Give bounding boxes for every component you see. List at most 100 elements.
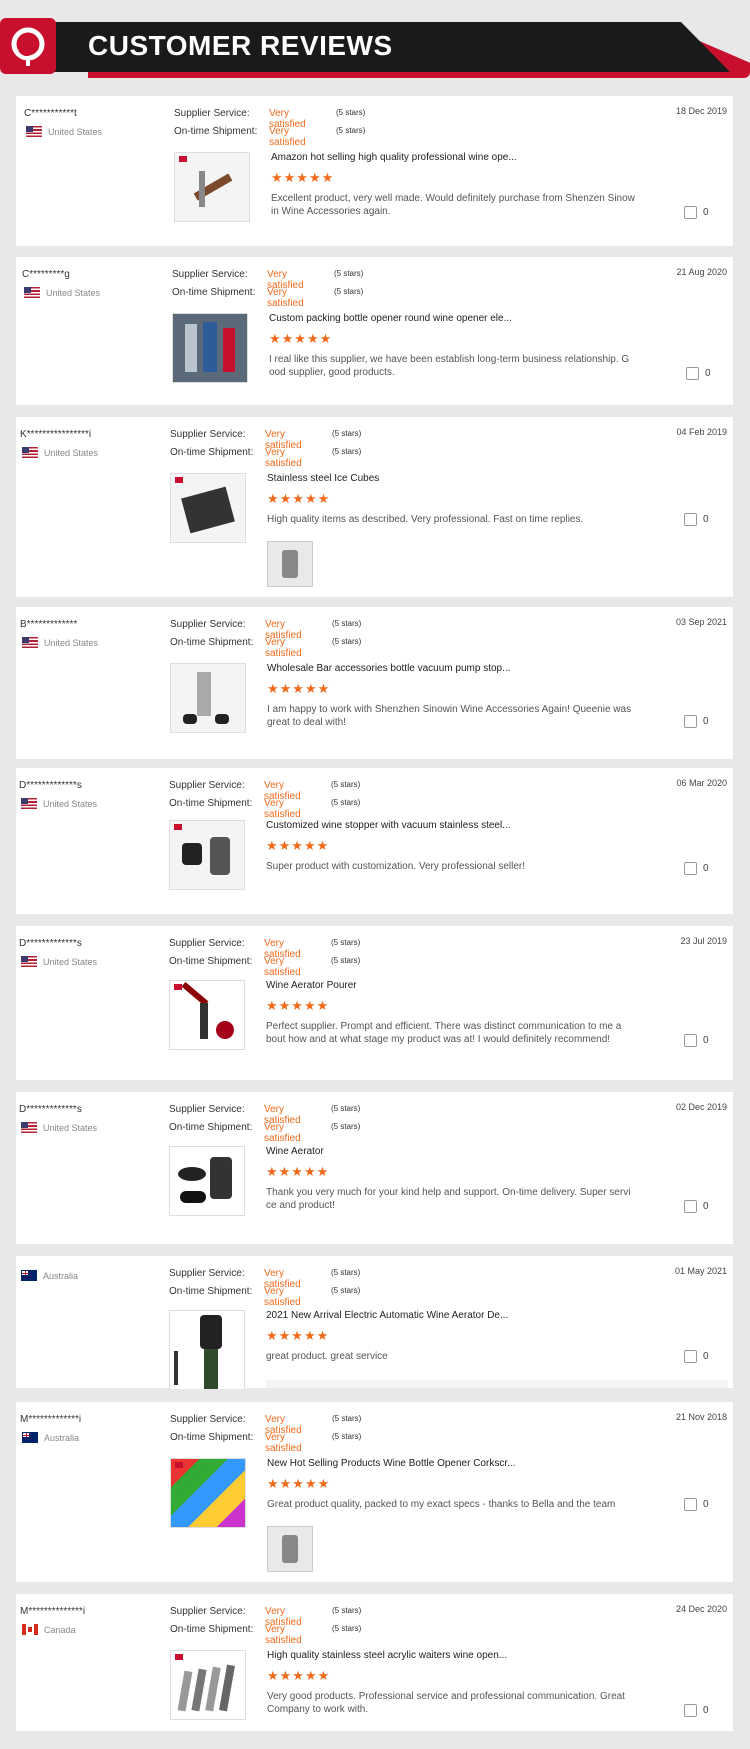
us-flag-icon xyxy=(22,447,38,458)
star-rating: ★★★★★ xyxy=(267,491,331,506)
star-rating: ★★★★★ xyxy=(269,331,333,346)
reviewer-country: United States xyxy=(21,1122,97,1133)
product-title-link[interactable]: Wholesale Bar accessories bottle vacuum … xyxy=(267,663,510,674)
product-title-link[interactable]: Wine Aerator Pourer xyxy=(266,980,357,991)
shipment-rating: Very satisfied xyxy=(265,447,302,469)
product-thumbnail[interactable] xyxy=(170,1650,246,1720)
shipment-rating: Very satisfied xyxy=(264,1286,301,1308)
shipment-label: On-time Shipment: xyxy=(170,447,254,458)
product-title-link[interactable]: High quality stainless steel acrylic wai… xyxy=(267,1650,507,1661)
country-label: Australia xyxy=(43,1270,79,1281)
star-rating: ★★★★★ xyxy=(267,1476,331,1491)
shipment-stars: (5 stars) xyxy=(331,956,361,965)
thumbs-up-icon xyxy=(684,206,697,219)
supplier-service-stars: (5 stars) xyxy=(331,780,361,789)
like-count: 0 xyxy=(705,368,711,379)
header-banner: CUSTOMER REVIEWS xyxy=(0,0,750,84)
country-label: United States xyxy=(44,447,99,458)
like-count: 0 xyxy=(703,1201,709,1212)
review-comment: I am happy to work with Shenzhen Sinowin… xyxy=(267,704,632,728)
like-button[interactable]: 0 xyxy=(684,1704,709,1717)
review-comment: Very good products. Professional service… xyxy=(267,1691,625,1715)
product-thumbnail[interactable] xyxy=(170,663,246,733)
star-rating: ★★★★★ xyxy=(266,838,330,853)
review-date: 04 Feb 2019 xyxy=(676,427,727,437)
review-photo[interactable] xyxy=(267,541,313,587)
product-title-link[interactable]: Custom packing bottle opener round wine … xyxy=(269,313,512,324)
reviewer-country: United States xyxy=(22,447,98,458)
like-button[interactable]: 0 xyxy=(684,1034,709,1047)
review-comment: Thank you very much for your kind help a… xyxy=(266,1187,631,1211)
like-count: 0 xyxy=(703,207,709,218)
product-thumbnail[interactable] xyxy=(172,313,248,383)
review-date: 06 Mar 2020 xyxy=(676,778,727,788)
brand-mark-icon xyxy=(174,824,182,830)
product-thumbnail[interactable] xyxy=(170,1458,246,1528)
review-date: 23 Jul 2019 xyxy=(680,936,727,946)
review-card: M**************i Canada Supplier Service… xyxy=(16,1594,733,1731)
thumbs-up-icon xyxy=(684,513,697,526)
like-button[interactable]: 0 xyxy=(684,862,709,875)
country-label: United States xyxy=(43,1122,98,1133)
product-title-link[interactable]: New Hot Selling Products Wine Bottle Ope… xyxy=(267,1458,515,1469)
product-thumbnail[interactable] xyxy=(169,980,245,1050)
product-thumbnail[interactable] xyxy=(170,473,246,543)
us-flag-icon xyxy=(26,126,42,137)
review-date: 21 Nov 2018 xyxy=(675,1412,727,1422)
review-photo[interactable] xyxy=(267,1526,313,1572)
supplier-service-stars: (5 stars) xyxy=(331,938,361,947)
product-title-link[interactable]: Customized wine stopper with vacuum stai… xyxy=(266,820,511,831)
reviewer-name: C*********g xyxy=(22,269,70,280)
reviewer-name: M**************i xyxy=(20,1606,86,1617)
supplier-service-stars: (5 stars) xyxy=(332,619,362,628)
review-card: D*************s United States Supplier S… xyxy=(16,1092,733,1244)
page-title: CUSTOMER REVIEWS xyxy=(88,30,393,61)
reply-strip xyxy=(266,1380,728,1388)
supplier-service-stars: (5 stars) xyxy=(331,1268,361,1277)
brand-mark-icon xyxy=(179,156,187,162)
supplier-service-label: Supplier Service: xyxy=(169,1104,245,1115)
like-button[interactable]: 0 xyxy=(684,1498,709,1511)
us-flag-icon xyxy=(21,798,37,809)
product-title-link[interactable]: Wine Aerator xyxy=(266,1146,324,1157)
shipment-label: On-time Shipment: xyxy=(170,1432,254,1443)
like-button[interactable]: 0 xyxy=(684,513,709,526)
product-title-link[interactable]: 2021 New Arrival Electric Automatic Wine… xyxy=(266,1310,508,1321)
product-title-link[interactable]: Stainless steel Ice Cubes xyxy=(267,473,379,484)
country-label: United States xyxy=(43,798,98,809)
supplier-service-label: Supplier Service: xyxy=(170,1606,246,1617)
supplier-service-stars: (5 stars) xyxy=(334,269,364,278)
reviewer-name: D*************s xyxy=(19,780,82,791)
product-thumbnail[interactable] xyxy=(169,1146,245,1216)
australia-flag-icon xyxy=(21,1270,37,1281)
us-flag-icon xyxy=(24,287,40,298)
reviewer-name: C***********t xyxy=(24,108,77,119)
like-button[interactable]: 0 xyxy=(684,1200,709,1213)
review-card: Australia Supplier Service: Very satisfi… xyxy=(16,1256,733,1389)
product-title-link[interactable]: Amazon hot selling high quality professi… xyxy=(271,152,517,163)
product-thumbnail[interactable] xyxy=(169,1310,245,1389)
like-button[interactable]: 0 xyxy=(686,367,711,380)
shipment-label: On-time Shipment: xyxy=(169,798,253,809)
thumbs-up-icon xyxy=(684,1704,697,1717)
reviewer-name: B************* xyxy=(20,619,78,630)
star-rating: ★★★★★ xyxy=(266,998,330,1013)
review-date: 18 Dec 2019 xyxy=(675,106,727,116)
product-thumbnail[interactable] xyxy=(169,820,245,890)
reviewer-country: United States xyxy=(24,287,100,298)
supplier-service-label: Supplier Service: xyxy=(170,619,246,630)
shipment-label: On-time Shipment: xyxy=(170,1624,254,1635)
product-thumbnail[interactable] xyxy=(174,152,250,222)
review-card: C***********t United States Supplier Ser… xyxy=(16,96,733,246)
like-button[interactable]: 0 xyxy=(684,1350,709,1363)
like-button[interactable]: 0 xyxy=(684,715,709,728)
review-comment: High quality items as described. Very pr… xyxy=(267,514,584,525)
supplier-service-label: Supplier Service: xyxy=(169,938,245,949)
supplier-service-label: Supplier Service: xyxy=(174,108,250,119)
reviewer-country: United States xyxy=(21,798,97,809)
us-flag-icon xyxy=(21,1122,37,1133)
shipment-stars: (5 stars) xyxy=(331,1122,361,1131)
shipment-rating: Very satisfied xyxy=(269,126,306,148)
like-button[interactable]: 0 xyxy=(684,206,709,219)
thumbs-up-icon xyxy=(684,1498,697,1511)
